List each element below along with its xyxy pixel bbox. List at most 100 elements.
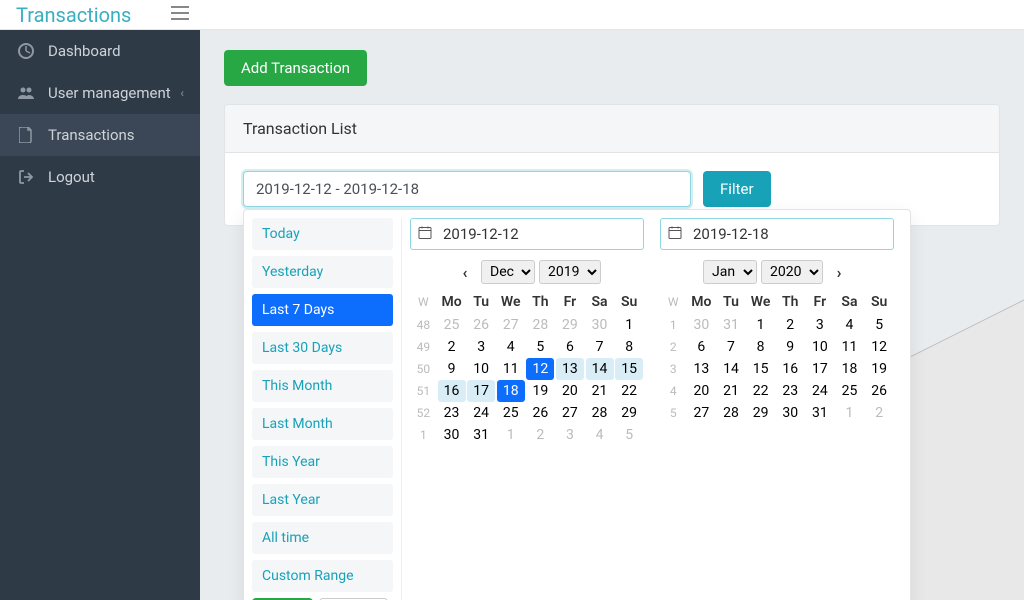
calendar-day[interactable]: 8 bbox=[614, 336, 644, 358]
calendar-day[interactable]: 31 bbox=[805, 402, 835, 424]
calendar-day[interactable]: 28 bbox=[526, 314, 556, 336]
year-select-right[interactable]: 2020 bbox=[761, 260, 823, 284]
calendar-day[interactable]: 3 bbox=[555, 424, 585, 446]
calendar-day[interactable]: 1 bbox=[746, 314, 776, 336]
calendar-day[interactable]: 2 bbox=[437, 336, 467, 358]
calendar-day[interactable]: 1 bbox=[496, 424, 526, 446]
calendar-day[interactable]: 15 bbox=[746, 358, 776, 380]
calendar-day[interactable]: 31 bbox=[716, 314, 746, 336]
calendar-day[interactable]: 2 bbox=[775, 314, 805, 336]
calendar-day[interactable]: 13 bbox=[687, 358, 717, 380]
calendar-day[interactable]: 17 bbox=[466, 380, 496, 402]
calendar-day[interactable]: 27 bbox=[496, 314, 526, 336]
calendar-left-input[interactable] bbox=[410, 218, 644, 250]
calendar-day[interactable]: 19 bbox=[526, 380, 556, 402]
calendar-day[interactable]: 10 bbox=[466, 358, 496, 380]
calendar-day[interactable]: 10 bbox=[805, 336, 835, 358]
drp-range-option[interactable]: Last 30 Days bbox=[252, 332, 393, 364]
calendar-day[interactable]: 14 bbox=[585, 358, 615, 380]
calendar-day[interactable]: 30 bbox=[585, 314, 615, 336]
calendar-day[interactable]: 11 bbox=[835, 336, 865, 358]
calendar-day[interactable]: 2 bbox=[864, 402, 894, 424]
month-select-right[interactable]: Jan bbox=[703, 260, 757, 284]
calendar-right-input[interactable] bbox=[660, 218, 894, 250]
calendar-day[interactable]: 14 bbox=[716, 358, 746, 380]
calendar-day[interactable]: 7 bbox=[716, 336, 746, 358]
drp-range-option[interactable]: This Month bbox=[252, 370, 393, 402]
calendar-day[interactable]: 21 bbox=[585, 380, 615, 402]
calendar-day[interactable]: 11 bbox=[496, 358, 526, 380]
calendar-day[interactable]: 23 bbox=[437, 402, 467, 424]
date-range-input[interactable] bbox=[243, 171, 691, 207]
prev-month-icon[interactable]: ‹ bbox=[453, 263, 477, 282]
menu-toggle-icon[interactable] bbox=[171, 5, 189, 24]
calendar-day[interactable]: 31 bbox=[466, 424, 496, 446]
calendar-day[interactable]: 30 bbox=[437, 424, 467, 446]
month-select-left[interactable]: Dec bbox=[481, 260, 535, 284]
calendar-day[interactable]: 13 bbox=[555, 358, 585, 380]
calendar-day[interactable]: 2 bbox=[526, 424, 556, 446]
calendar-day[interactable]: 7 bbox=[585, 336, 615, 358]
drp-range-option[interactable]: Last 7 Days bbox=[252, 294, 393, 326]
drp-range-option[interactable]: Custom Range bbox=[252, 560, 393, 592]
calendar-day[interactable]: 28 bbox=[585, 402, 615, 424]
calendar-day[interactable]: 6 bbox=[555, 336, 585, 358]
calendar-day[interactable]: 24 bbox=[466, 402, 496, 424]
calendar-day[interactable]: 26 bbox=[864, 380, 894, 402]
calendar-day[interactable]: 4 bbox=[496, 336, 526, 358]
sidebar-item-logout[interactable]: Logout bbox=[0, 156, 200, 198]
calendar-day[interactable]: 3 bbox=[805, 314, 835, 336]
calendar-day[interactable]: 9 bbox=[437, 358, 467, 380]
calendar-day[interactable]: 5 bbox=[864, 314, 894, 336]
calendar-day[interactable]: 20 bbox=[687, 380, 717, 402]
drp-range-option[interactable]: Today bbox=[252, 218, 393, 250]
sidebar-item-transactions[interactable]: Transactions bbox=[0, 114, 200, 156]
calendar-day[interactable]: 17 bbox=[805, 358, 835, 380]
calendar-day[interactable]: 12 bbox=[864, 336, 894, 358]
calendar-day[interactable]: 29 bbox=[746, 402, 776, 424]
calendar-day[interactable]: 30 bbox=[775, 402, 805, 424]
drp-range-option[interactable]: Last Month bbox=[252, 408, 393, 440]
next-month-icon[interactable]: › bbox=[827, 263, 851, 282]
calendar-day[interactable]: 15 bbox=[614, 358, 644, 380]
calendar-day[interactable]: 21 bbox=[716, 380, 746, 402]
calendar-day[interactable]: 6 bbox=[687, 336, 717, 358]
calendar-day[interactable]: 27 bbox=[555, 402, 585, 424]
calendar-day[interactable]: 5 bbox=[526, 336, 556, 358]
calendar-day[interactable]: 25 bbox=[835, 380, 865, 402]
calendar-day[interactable]: 30 bbox=[687, 314, 717, 336]
drp-range-option[interactable]: Yesterday bbox=[252, 256, 393, 288]
calendar-day[interactable]: 18 bbox=[496, 380, 526, 402]
calendar-day[interactable]: 22 bbox=[614, 380, 644, 402]
drp-range-option[interactable]: All time bbox=[252, 522, 393, 554]
calendar-day[interactable]: 3 bbox=[466, 336, 496, 358]
sidebar-item-dashboard[interactable]: Dashboard bbox=[0, 30, 200, 72]
drp-range-option[interactable]: Last Year bbox=[252, 484, 393, 516]
filter-button[interactable]: Filter bbox=[703, 171, 771, 207]
calendar-day[interactable]: 28 bbox=[716, 402, 746, 424]
calendar-day[interactable]: 25 bbox=[437, 314, 467, 336]
sidebar-item-user-management[interactable]: User management ‹ bbox=[0, 72, 200, 114]
drp-range-option[interactable]: This Year bbox=[252, 446, 393, 478]
calendar-day[interactable]: 16 bbox=[437, 380, 467, 402]
calendar-day[interactable]: 19 bbox=[864, 358, 894, 380]
calendar-day[interactable]: 1 bbox=[835, 402, 865, 424]
calendar-day[interactable]: 29 bbox=[555, 314, 585, 336]
calendar-day[interactable]: 27 bbox=[687, 402, 717, 424]
calendar-day[interactable]: 22 bbox=[746, 380, 776, 402]
calendar-day[interactable]: 25 bbox=[496, 402, 526, 424]
calendar-day[interactable]: 26 bbox=[466, 314, 496, 336]
calendar-day[interactable]: 16 bbox=[775, 358, 805, 380]
calendar-day[interactable]: 9 bbox=[775, 336, 805, 358]
calendar-day[interactable]: 5 bbox=[614, 424, 644, 446]
add-transaction-button[interactable]: Add Transaction bbox=[224, 50, 367, 86]
calendar-day[interactable]: 23 bbox=[775, 380, 805, 402]
calendar-day[interactable]: 20 bbox=[555, 380, 585, 402]
calendar-day[interactable]: 8 bbox=[746, 336, 776, 358]
calendar-day[interactable]: 18 bbox=[835, 358, 865, 380]
year-select-left[interactable]: 2019 bbox=[539, 260, 601, 284]
calendar-day[interactable]: 4 bbox=[585, 424, 615, 446]
calendar-day[interactable]: 29 bbox=[614, 402, 644, 424]
calendar-day[interactable]: 1 bbox=[614, 314, 644, 336]
calendar-day[interactable]: 12 bbox=[526, 358, 556, 380]
